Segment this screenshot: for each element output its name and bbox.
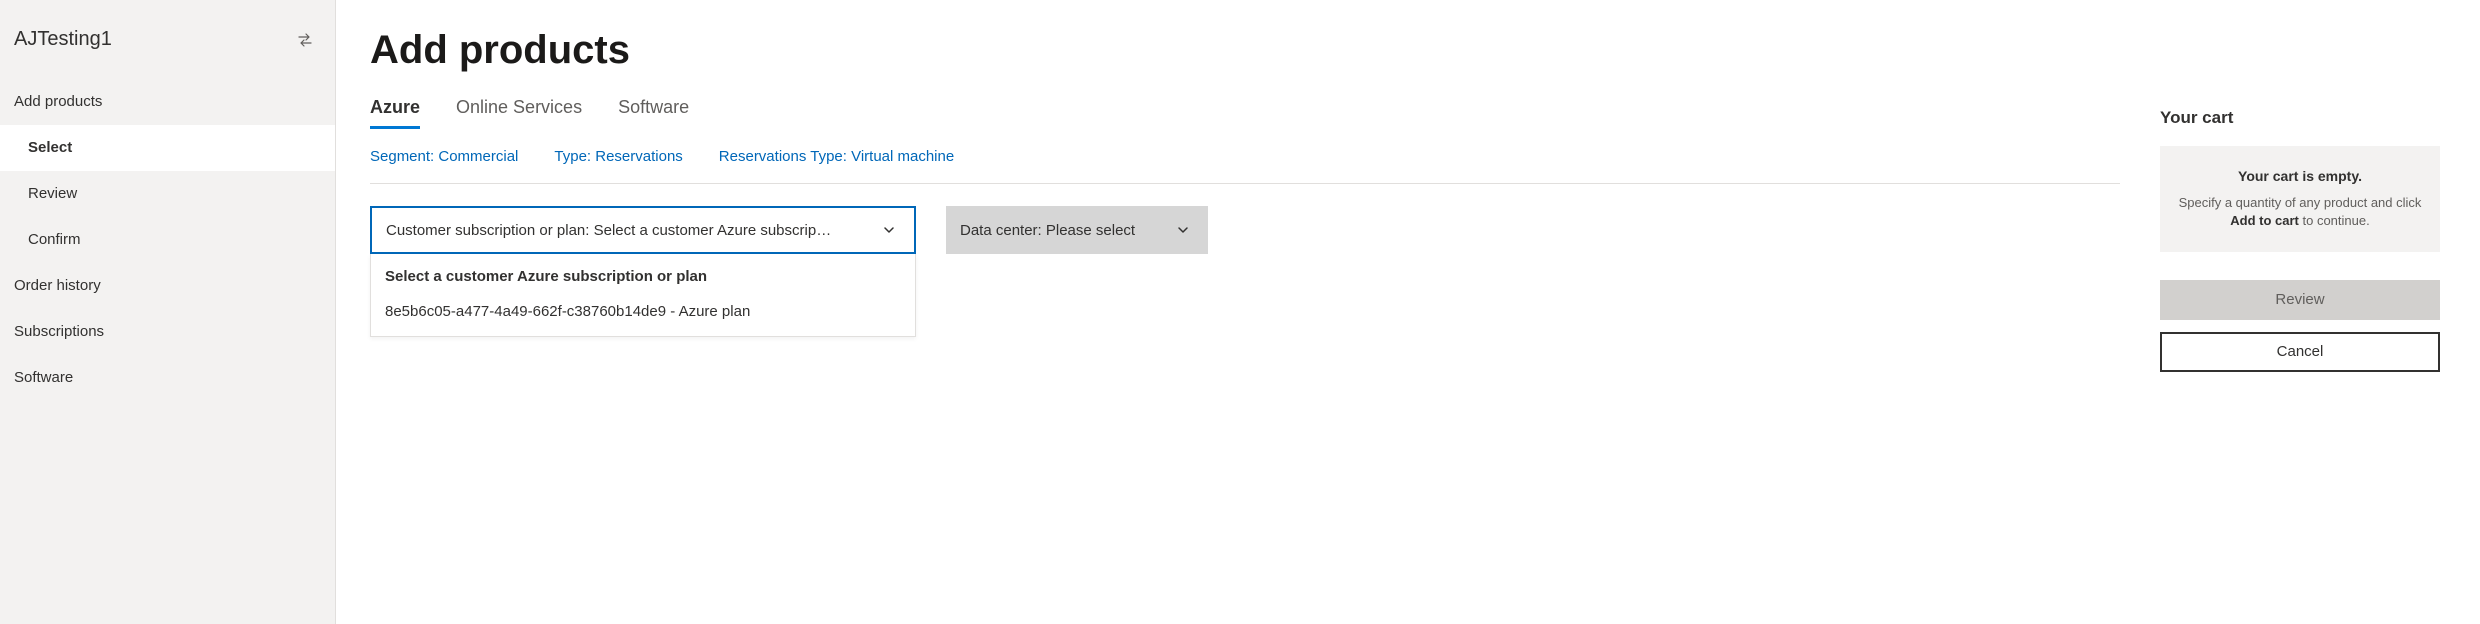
- datacenter-dropdown-text: Data center: Please select: [960, 222, 1135, 239]
- cart-empty-text: Specify a quantity of any product and cl…: [2178, 194, 2422, 230]
- chevron-down-icon: [882, 223, 896, 237]
- swap-icon[interactable]: [297, 32, 313, 48]
- subscription-dropdown-button[interactable]: Customer subscription or plan: Select a …: [370, 206, 916, 254]
- datacenter-dropdown-button: Data center: Please select: [946, 206, 1208, 254]
- sidebar-item-add-products[interactable]: Add products: [0, 79, 335, 125]
- sidebar-item-order-history[interactable]: Order history: [0, 263, 335, 309]
- cart-empty-post: to continue.: [2299, 213, 2370, 228]
- subscription-dropdown: Customer subscription or plan: Select a …: [370, 206, 916, 337]
- subscription-listbox-option[interactable]: 8e5b6c05-a477-4a49-662f-c38760b14de9 - A…: [371, 293, 915, 336]
- subscription-dropdown-listbox: Select a customer Azure subscription or …: [370, 254, 916, 337]
- datacenter-dropdown: Data center: Please select: [946, 206, 1208, 254]
- cancel-button[interactable]: Cancel: [2160, 332, 2440, 372]
- sidebar-item-software[interactable]: Software: [0, 355, 335, 401]
- main: Add products Azure Online Services Softwar…: [336, 0, 2480, 624]
- subscription-dropdown-text: Customer subscription or plan: Select a …: [386, 222, 831, 239]
- filter-link-2[interactable]: Reservations Type: Virtual machine: [719, 148, 954, 165]
- filter-row: Segment: Commercial Type: Reservations Res…: [370, 148, 2120, 184]
- cart-empty-pre: Specify a quantity of any product and cl…: [2179, 195, 2422, 210]
- tab-azure[interactable]: Azure: [370, 97, 420, 129]
- cart-column: Your cart Your cart is empty. Specify a …: [2160, 28, 2440, 624]
- tab-online-services[interactable]: Online Services: [456, 97, 582, 129]
- cart-empty-title: Your cart is empty.: [2178, 168, 2422, 184]
- sidebar-item-subscriptions[interactable]: Subscriptions: [0, 309, 335, 355]
- content-column: Add products Azure Online Services Softwar…: [370, 28, 2120, 624]
- sidebar: AJTesting1 Add productsSelectReviewConfi…: [0, 0, 336, 624]
- subscription-listbox-header: Select a customer Azure subscription or …: [371, 254, 915, 293]
- dropdown-row: Customer subscription or plan: Select a …: [370, 206, 2120, 337]
- tab-row: Azure Online Services Software: [370, 97, 2120, 130]
- tab-software[interactable]: Software: [618, 97, 689, 129]
- chevron-down-icon: [1176, 223, 1190, 237]
- sidebar-nav: Add productsSelectReviewConfirmOrder his…: [0, 79, 335, 401]
- cart-empty-box: Your cart is empty. Specify a quantity o…: [2160, 146, 2440, 252]
- sidebar-header: AJTesting1: [0, 0, 335, 79]
- filter-link-0[interactable]: Segment: Commercial: [370, 148, 518, 165]
- cart-empty-bold: Add to cart: [2230, 213, 2299, 228]
- review-button: Review: [2160, 280, 2440, 320]
- sidebar-item-review[interactable]: Review: [0, 171, 335, 217]
- filter-link-1[interactable]: Type: Reservations: [554, 148, 682, 165]
- cart-heading: Your cart: [2160, 108, 2440, 128]
- sidebar-item-confirm[interactable]: Confirm: [0, 217, 335, 263]
- page-title: Add products: [370, 28, 2120, 73]
- sidebar-title: AJTesting1: [14, 28, 112, 51]
- sidebar-item-select[interactable]: Select: [0, 125, 335, 171]
